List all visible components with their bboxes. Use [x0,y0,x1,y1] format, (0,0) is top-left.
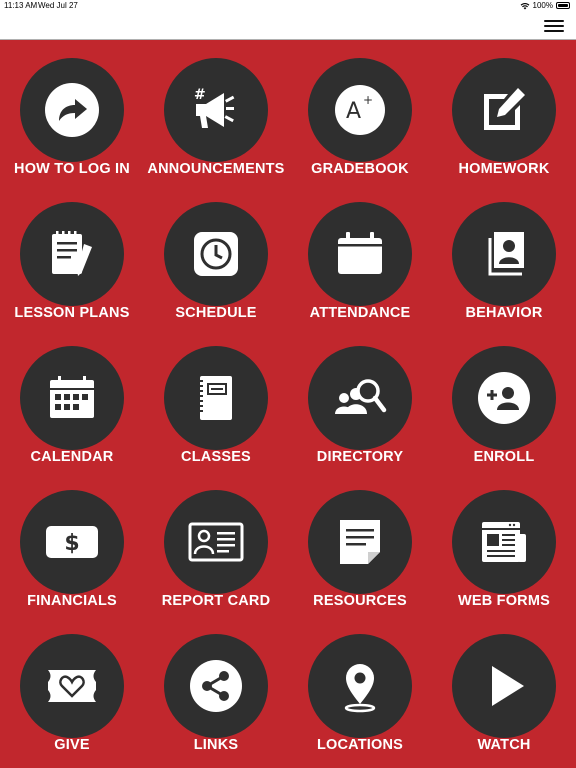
tile-label: GIVE [54,737,90,753]
tile-announcements[interactable]: # ANNOUNCEMENTS [144,40,288,184]
heart-ticket-icon [48,670,96,702]
tile-label: RESOURCES [313,593,407,609]
tile-circle [20,634,124,738]
svg-text:A: A [346,99,361,124]
tile-links[interactable]: LINKS [144,616,288,760]
tile-classes[interactable]: CLASSES [144,328,288,472]
tile-circle [164,202,268,306]
notepad-pen-icon [52,231,92,276]
tile-watch[interactable]: WATCH [432,616,576,760]
app-tile-grid: HOW TO LOG IN # ANNOUNCEMENTS A + GRADEB… [0,40,576,768]
tile-label: CLASSES [181,449,251,465]
status-time: 11:13 AM [4,1,38,10]
tile-circle [452,58,556,162]
pencil-square-icon [484,88,525,130]
add-user-icon [478,372,530,424]
play-icon [492,666,524,706]
tile-label: WATCH [477,737,531,753]
tile-label: HOW TO LOG IN [14,161,130,177]
tile-label: CALENDAR [30,449,114,465]
tile-attendance[interactable]: ATTENDANCE [288,184,432,328]
tile-behavior[interactable]: BEHAVIOR [432,184,576,328]
tile-label: ENROLL [473,449,535,465]
svg-text:+: + [363,93,373,107]
map-pin-icon [344,664,376,713]
tile-circle [308,634,412,738]
nav-bar [0,12,576,40]
wifi-icon [520,2,529,9]
tile-web-forms[interactable]: WEB FORMS [432,472,576,616]
tile-report-card[interactable]: REPORT CARD [144,472,288,616]
tile-homework[interactable]: HOMEWORK [432,40,576,184]
tile-label: REPORT CARD [161,593,271,609]
hamburger-menu-icon[interactable] [544,16,564,36]
tile-circle [164,346,268,450]
tile-gradebook[interactable]: A + GRADEBOOK [288,40,432,184]
notebook-icon [198,376,232,420]
contact-cards-icon [488,232,524,276]
tile-circle [452,202,556,306]
tile-label: ATTENDANCE [309,305,411,321]
tile-how-to-log-in[interactable]: HOW TO LOG IN [0,40,144,184]
tile-circle [164,634,268,738]
tile-circle [164,490,268,594]
tile-label: WEB FORMS [457,593,550,609]
tile-circle [452,346,556,450]
tile-label: BEHAVIOR [465,305,543,321]
share-arrow-icon [45,83,99,137]
tile-label: DIRECTORY [316,449,404,465]
tile-circle [452,634,556,738]
tile-label: ANNOUNCEMENTS [147,161,285,177]
tile-locations[interactable]: LOCATIONS [288,616,432,760]
tile-label: LOCATIONS [316,737,404,753]
tile-calendar[interactable]: CALENDAR [0,328,144,472]
tile-resources[interactable]: RESOURCES [288,472,432,616]
status-date: Wed Jul 27 [38,1,78,10]
tile-lesson-plans[interactable]: LESSON PLANS [0,184,144,328]
calendar-icon [338,232,382,274]
tile-label: FINANCIALS [27,593,117,609]
dollar-bill-icon: $ [46,526,98,558]
tile-circle [20,346,124,450]
tile-label: GRADEBOOK [311,161,409,177]
people-search-icon [335,379,387,414]
tile-circle: # [164,58,268,162]
tile-circle: A + [308,58,412,162]
calendar-grid-icon [50,376,94,418]
tile-label: LINKS [193,737,239,753]
share-nodes-icon [190,660,242,712]
tile-label: HOMEWORK [458,161,550,177]
clock-icon [194,232,238,276]
a-plus-grade-icon: A + [335,85,385,135]
tile-schedule[interactable]: SCHEDULE [144,184,288,328]
tile-financials[interactable]: $ FINANCIALS [0,472,144,616]
newspaper-icon [482,522,526,562]
svg-text:$: $ [64,531,79,556]
tile-circle [452,490,556,594]
tile-circle [20,202,124,306]
document-icon [340,520,380,564]
tile-directory[interactable]: DIRECTORY [288,328,432,472]
tile-circle [308,490,412,594]
tile-give[interactable]: GIVE [0,616,144,760]
tile-circle [308,346,412,450]
tile-label: LESSON PLANS [14,305,130,321]
status-bar: 11:13 AM Wed Jul 27 100% [0,0,576,12]
tile-circle: $ [20,490,124,594]
id-card-icon [188,522,244,562]
tile-circle [20,58,124,162]
tile-label: SCHEDULE [175,305,257,321]
status-right: 100% [520,1,570,10]
svg-text:#: # [194,87,206,103]
battery-percent: 100% [532,1,553,10]
megaphone-icon: # [194,87,235,128]
tile-enroll[interactable]: ENROLL [432,328,576,472]
tile-circle [308,202,412,306]
battery-icon [556,2,570,9]
